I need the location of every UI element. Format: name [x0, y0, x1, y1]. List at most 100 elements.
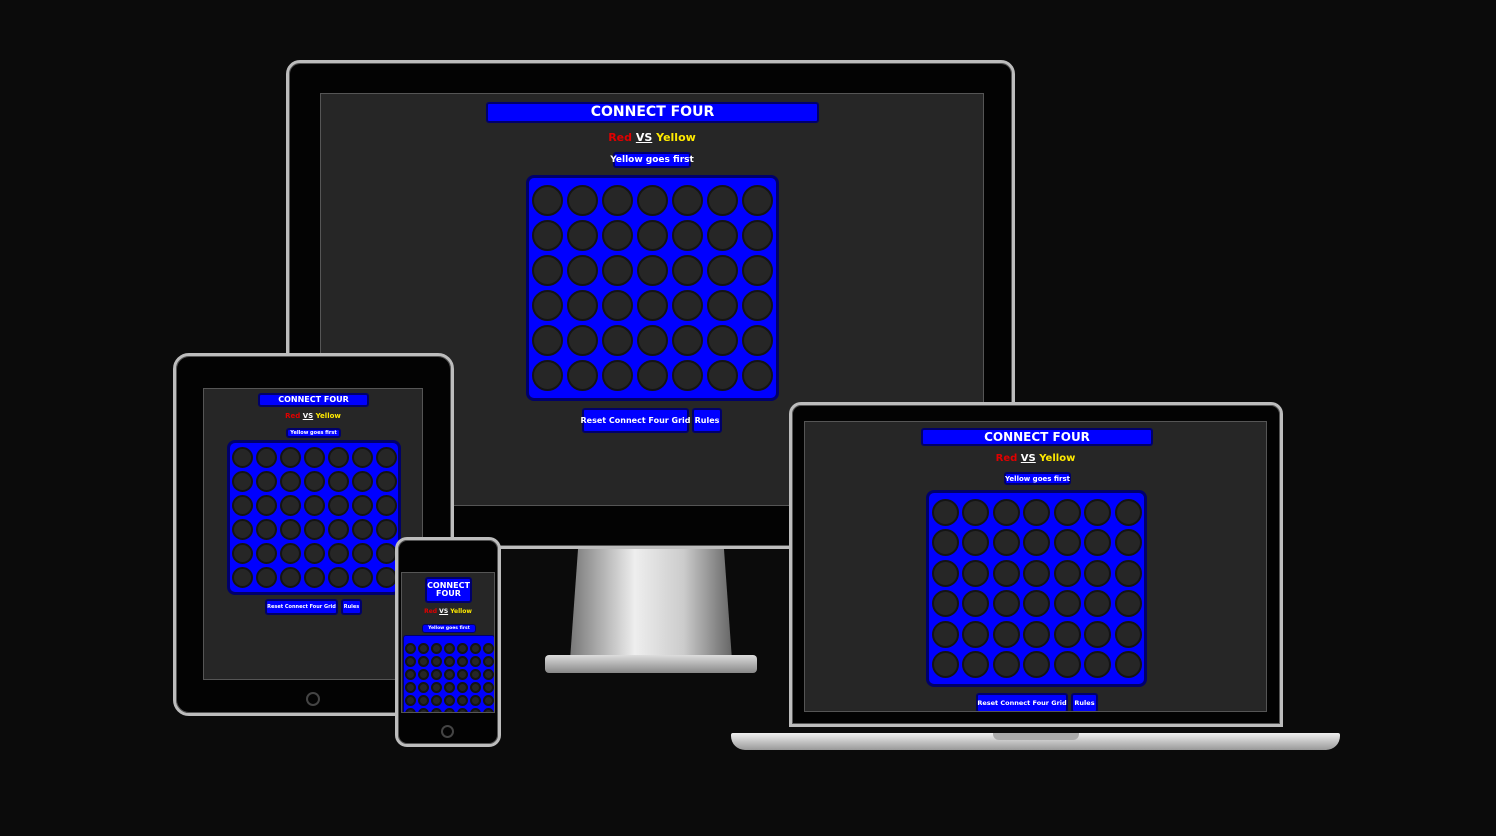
board-cell[interactable]: [255, 519, 277, 540]
game-board[interactable]: [227, 440, 401, 595]
board-cell[interactable]: [532, 360, 563, 391]
board-cell[interactable]: [1023, 651, 1050, 679]
board-cell[interactable]: [1084, 559, 1111, 587]
board-cell[interactable]: [430, 695, 442, 706]
board-cell[interactable]: [375, 471, 397, 492]
board-cell[interactable]: [469, 669, 481, 680]
board-cell[interactable]: [992, 559, 1020, 587]
board-cell[interactable]: [443, 656, 455, 667]
board-cell[interactable]: [567, 220, 598, 251]
board-cell[interactable]: [742, 255, 773, 286]
board-cell[interactable]: [992, 590, 1020, 618]
board-cell[interactable]: [482, 695, 494, 706]
board-cell[interactable]: [375, 495, 397, 516]
rules-button[interactable]: Rules: [341, 599, 362, 615]
board-cell[interactable]: [1084, 498, 1111, 526]
tablet-home-button[interactable]: [306, 692, 320, 706]
board-cell[interactable]: [931, 620, 959, 648]
board-cell[interactable]: [430, 656, 442, 667]
board-cell[interactable]: [1053, 498, 1081, 526]
board-cell[interactable]: [742, 325, 773, 356]
board-cell[interactable]: [1114, 498, 1142, 526]
board-cell[interactable]: [992, 651, 1020, 679]
board-cell[interactable]: [567, 185, 598, 216]
board-cell[interactable]: [231, 543, 253, 564]
board-cell[interactable]: [430, 643, 442, 654]
board-cell[interactable]: [931, 498, 959, 526]
board-cell[interactable]: [327, 447, 349, 468]
board-cell[interactable]: [279, 495, 301, 516]
board-cell[interactable]: [931, 590, 959, 618]
board-cell[interactable]: [443, 695, 455, 706]
board-cell[interactable]: [1053, 620, 1081, 648]
board-cell[interactable]: [469, 643, 481, 654]
board-cell[interactable]: [602, 290, 633, 321]
board-cell[interactable]: [443, 682, 455, 693]
board-cell[interactable]: [443, 669, 455, 680]
board-cell[interactable]: [672, 185, 703, 216]
board-cell[interactable]: [602, 185, 633, 216]
board-cell[interactable]: [279, 519, 301, 540]
board-cell[interactable]: [255, 543, 277, 564]
board-cell[interactable]: [1114, 651, 1142, 679]
board-cell[interactable]: [637, 185, 668, 216]
board-cell[interactable]: [469, 682, 481, 693]
board-cell[interactable]: [231, 447, 253, 468]
board-cell[interactable]: [375, 567, 397, 588]
board-cell[interactable]: [1023, 498, 1050, 526]
board-cell[interactable]: [375, 447, 397, 468]
board-cell[interactable]: [962, 529, 989, 557]
board-cell[interactable]: [567, 290, 598, 321]
board-cell[interactable]: [931, 559, 959, 587]
board-cell[interactable]: [404, 708, 416, 712]
board-cell[interactable]: [672, 255, 703, 286]
board-cell[interactable]: [962, 590, 989, 618]
board-cell[interactable]: [430, 682, 442, 693]
board-cell[interactable]: [482, 682, 494, 693]
game-board[interactable]: [926, 490, 1147, 687]
board-cell[interactable]: [707, 360, 738, 391]
board-cell[interactable]: [351, 495, 373, 516]
board-cell[interactable]: [303, 543, 325, 564]
board-cell[interactable]: [1084, 620, 1111, 648]
board-cell[interactable]: [279, 543, 301, 564]
board-cell[interactable]: [742, 290, 773, 321]
board-cell[interactable]: [456, 656, 468, 667]
board-cell[interactable]: [404, 656, 416, 667]
board-cell[interactable]: [602, 360, 633, 391]
board-cell[interactable]: [672, 325, 703, 356]
board-cell[interactable]: [1084, 590, 1111, 618]
board-cell[interactable]: [532, 220, 563, 251]
board-cell[interactable]: [1053, 651, 1081, 679]
board-cell[interactable]: [602, 255, 633, 286]
board-cell[interactable]: [231, 519, 253, 540]
board-cell[interactable]: [443, 708, 455, 712]
phone-home-button[interactable]: [441, 725, 454, 738]
board-cell[interactable]: [443, 643, 455, 654]
board-cell[interactable]: [255, 495, 277, 516]
board-cell[interactable]: [404, 695, 416, 706]
board-cell[interactable]: [637, 360, 668, 391]
board-cell[interactable]: [456, 695, 468, 706]
board-cell[interactable]: [707, 325, 738, 356]
board-cell[interactable]: [931, 651, 959, 679]
board-cell[interactable]: [327, 519, 349, 540]
board-cell[interactable]: [303, 471, 325, 492]
board-cell[interactable]: [303, 519, 325, 540]
board-cell[interactable]: [672, 360, 703, 391]
board-cell[interactable]: [469, 656, 481, 667]
board-cell[interactable]: [707, 255, 738, 286]
board-cell[interactable]: [1114, 590, 1142, 618]
board-cell[interactable]: [351, 519, 373, 540]
board-cell[interactable]: [532, 325, 563, 356]
board-cell[interactable]: [456, 708, 468, 712]
board-cell[interactable]: [255, 471, 277, 492]
board-cell[interactable]: [707, 185, 738, 216]
board-cell[interactable]: [637, 255, 668, 286]
board-cell[interactable]: [456, 643, 468, 654]
board-cell[interactable]: [430, 708, 442, 712]
board-cell[interactable]: [327, 495, 349, 516]
board-cell[interactable]: [962, 620, 989, 648]
board-cell[interactable]: [567, 325, 598, 356]
board-cell[interactable]: [417, 708, 429, 712]
